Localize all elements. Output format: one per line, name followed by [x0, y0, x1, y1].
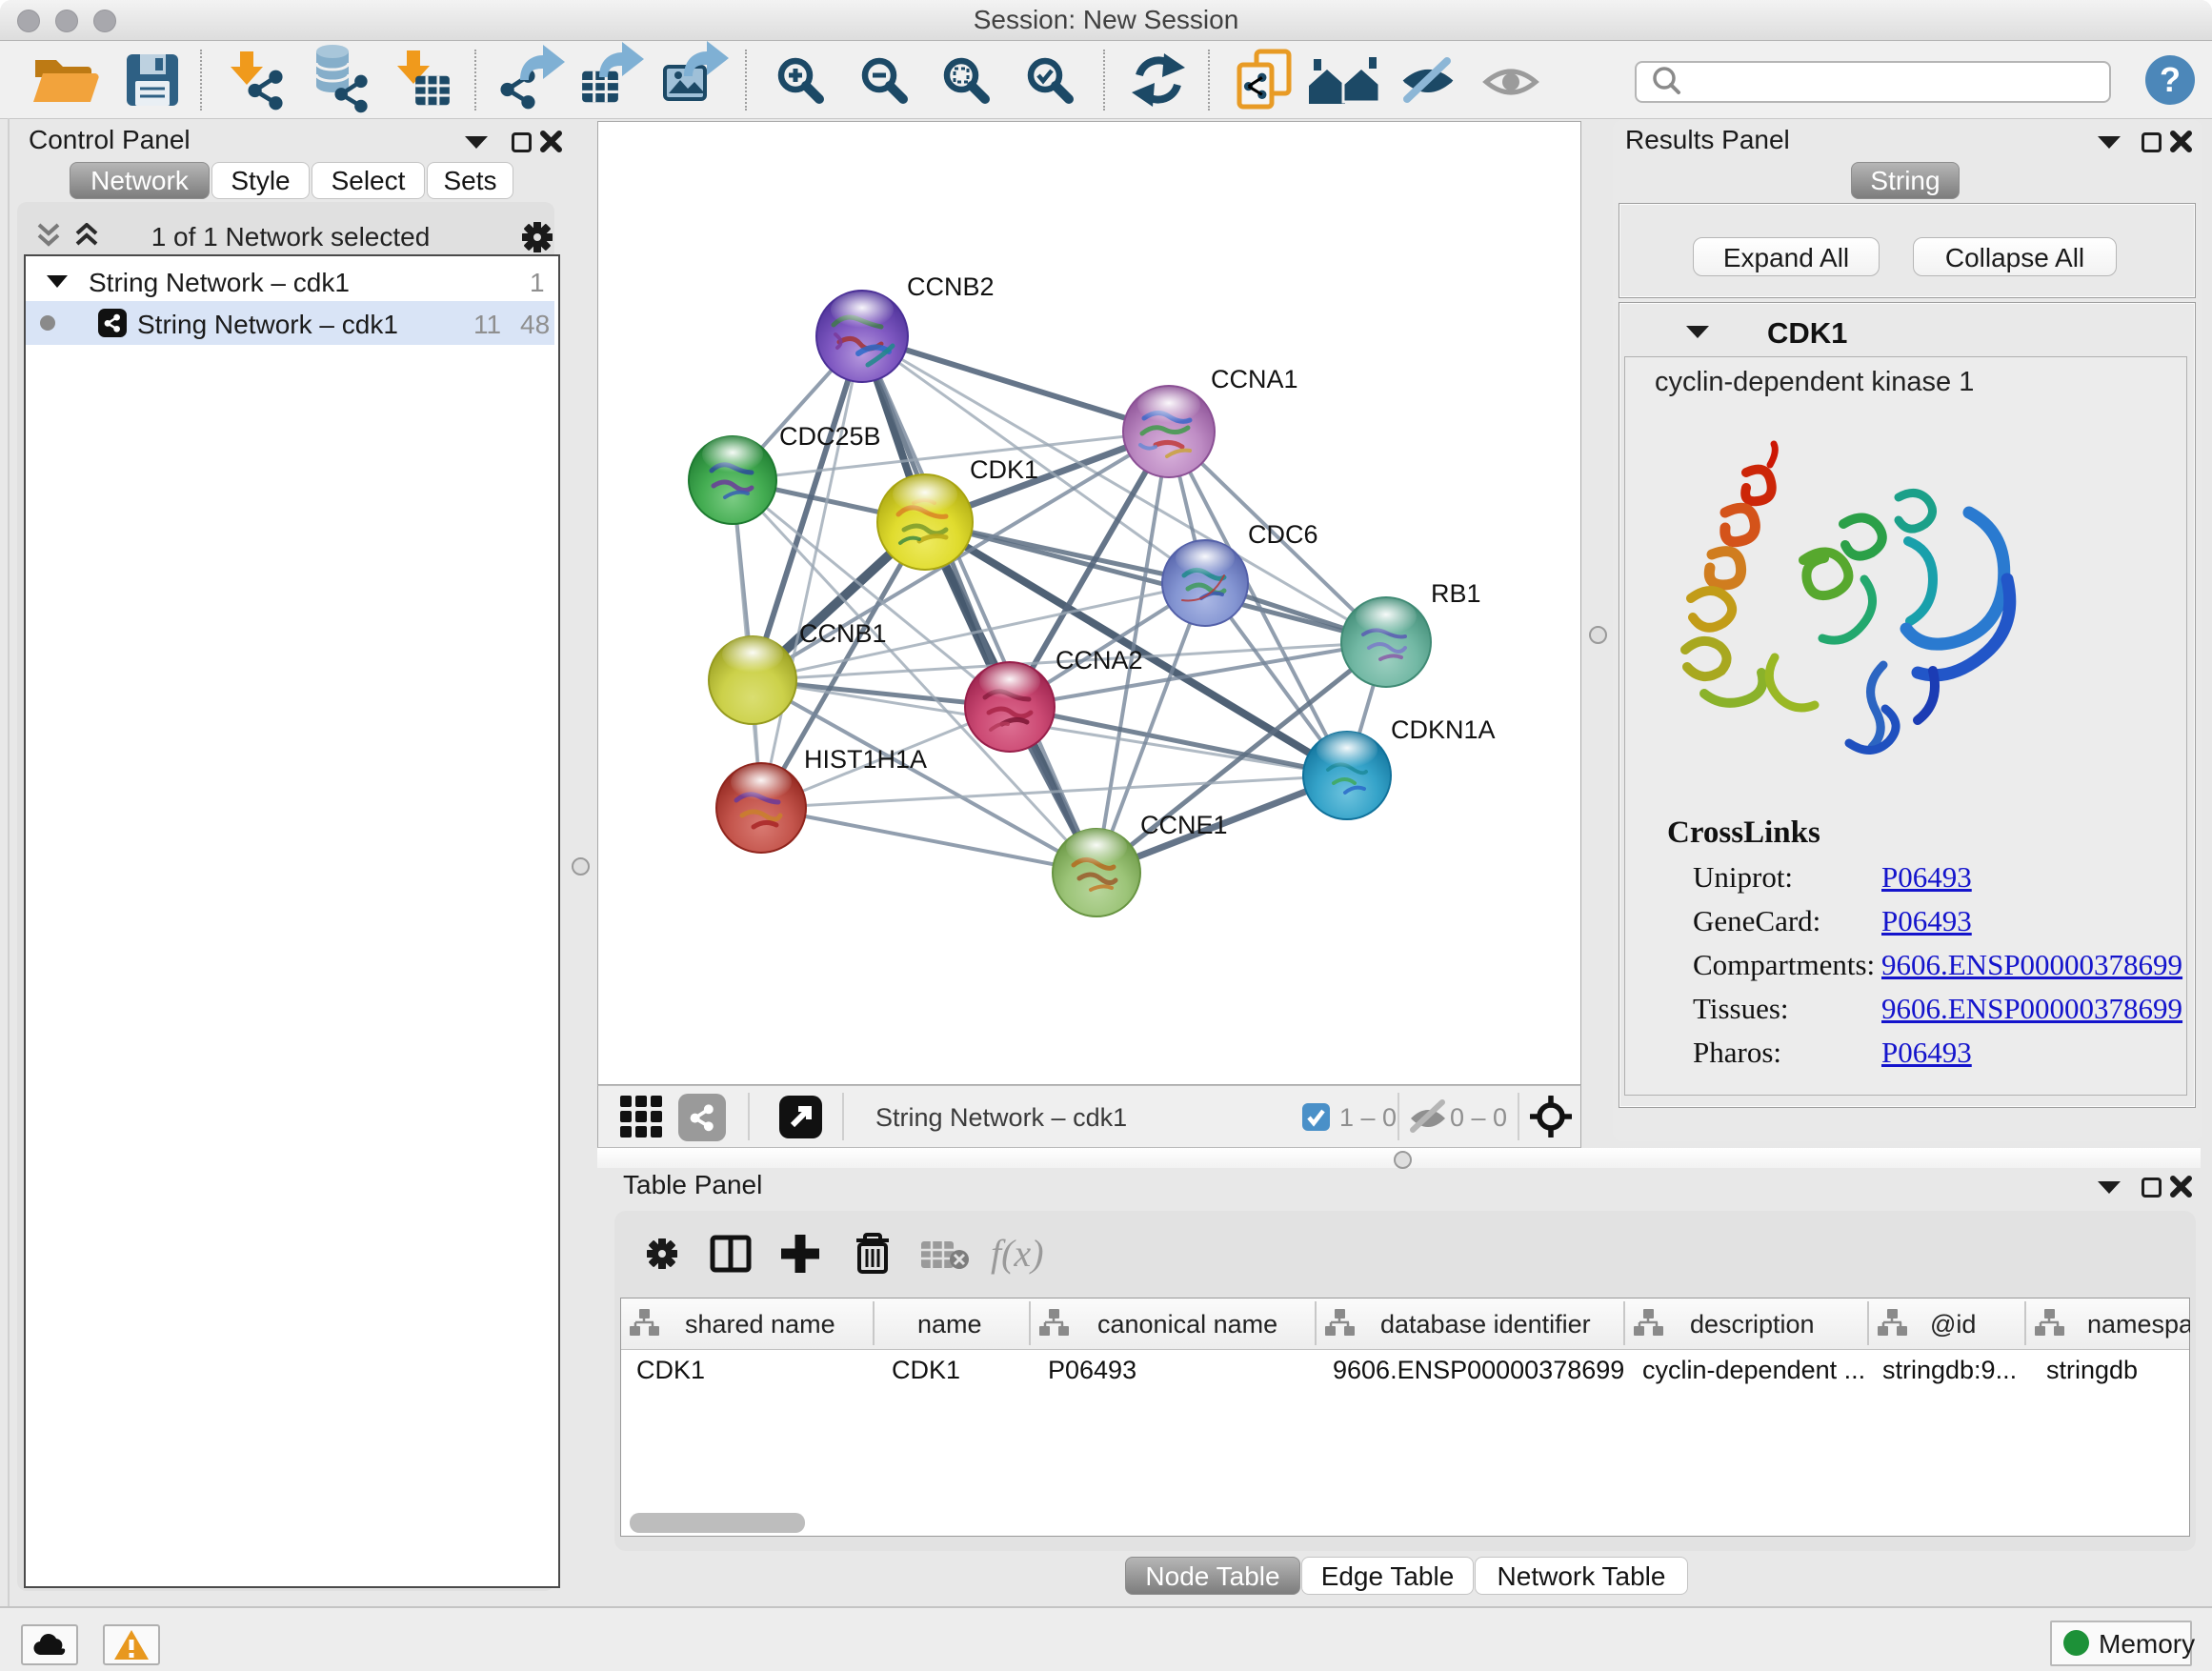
svg-text:CDK1: CDK1	[970, 455, 1038, 484]
svg-text:canonical name: canonical name	[1097, 1310, 1277, 1339]
svg-text:CCNA1: CCNA1	[1211, 365, 1298, 393]
svg-text:HIST1H1A: HIST1H1A	[804, 745, 927, 774]
svg-text:CDK1: CDK1	[892, 1356, 960, 1384]
svg-text:stringdb: stringdb	[2046, 1356, 2138, 1384]
svg-text:namespace: namespace	[2087, 1310, 2190, 1339]
svg-text:cyclin-dependent ...: cyclin-dependent ...	[1642, 1356, 1865, 1384]
svg-text:CCNE1: CCNE1	[1140, 811, 1228, 839]
svg-text:RB1: RB1	[1431, 579, 1481, 608]
svg-text:name: name	[917, 1310, 982, 1339]
svg-text:P06493: P06493	[1048, 1356, 1136, 1384]
svg-text:@id: @id	[1930, 1310, 1976, 1339]
svg-text:shared name: shared name	[685, 1310, 835, 1339]
svg-text:CCNB2: CCNB2	[907, 272, 995, 301]
svg-text:stringdb:9...: stringdb:9...	[1882, 1356, 2017, 1384]
svg-text:description: description	[1690, 1310, 1815, 1339]
svg-text:CCNB1: CCNB1	[799, 619, 887, 648]
svg-text:9606.ENSP00000378699: 9606.ENSP00000378699	[1333, 1356, 1624, 1384]
svg-text:CCNA2: CCNA2	[1056, 646, 1143, 674]
svg-text:CDK1: CDK1	[636, 1356, 705, 1384]
svg-text:CDKN1A: CDKN1A	[1391, 715, 1496, 744]
svg-text:CDC6: CDC6	[1248, 520, 1318, 549]
svg-text:database identifier: database identifier	[1380, 1310, 1591, 1339]
svg-text:CDC25B: CDC25B	[779, 422, 881, 451]
